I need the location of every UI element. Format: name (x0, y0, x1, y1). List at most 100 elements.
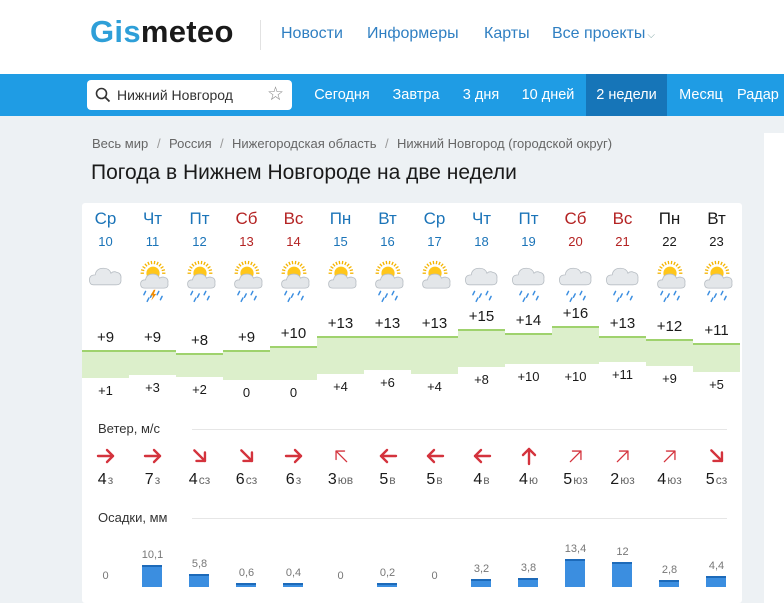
cloudy-icon (85, 255, 127, 303)
temperature-band (82, 350, 129, 379)
day-date: 10 (82, 234, 129, 249)
temp-max: +13 (364, 315, 411, 332)
wind-direction: з (155, 473, 161, 487)
gismeteo-logo[interactable]: Gismeteo (90, 14, 234, 50)
wind-speed: 5в (364, 471, 411, 489)
arrow-down-right-icon (236, 445, 258, 467)
sun-cloud-rain-icon (649, 255, 691, 303)
search-input[interactable]: Нижний Новгород (117, 87, 233, 103)
precip-value: 0,4 (270, 567, 317, 579)
wind-speed: 4юз (646, 471, 693, 489)
precip-value: 5,8 (176, 558, 223, 570)
tab-today[interactable]: Сегодня (304, 74, 380, 116)
sun-cloud-rain-icon (226, 255, 268, 303)
day-date: 16 (364, 234, 411, 249)
chevron-down-icon: ⌵ (647, 30, 655, 41)
temp-max: +11 (693, 322, 740, 339)
day-column: Вт16+13+65в0,2 (364, 203, 411, 603)
arrow-up-right-icon (659, 445, 681, 467)
day-of-week: Пт (505, 209, 552, 229)
sun-cloud-rain-icon (179, 255, 221, 303)
wind-speed: 3юв (317, 471, 364, 489)
temp-min: +1 (82, 383, 129, 398)
wind-speed-value: 4 (473, 471, 482, 488)
tab-10-days[interactable]: 10 дней (512, 74, 584, 116)
day-of-week: Сб (552, 209, 599, 229)
day-column: Ср10+9+14з0 (82, 203, 129, 603)
day-of-week: Вт (364, 209, 411, 229)
wind-speed: 6з (270, 471, 317, 489)
temp-max: +10 (270, 325, 317, 342)
wind-direction: сз (246, 473, 258, 487)
day-column: Чт18+15+84в3,2 (458, 203, 505, 603)
wind-speed-value: 4 (519, 471, 528, 488)
cloud-rain-icon (555, 255, 597, 303)
wind-speed-value: 5 (563, 471, 572, 488)
tab-month[interactable]: Месяц (669, 74, 733, 116)
precip-bar (565, 559, 585, 587)
wind-speed-value: 4 (657, 471, 666, 488)
day-date: 20 (552, 234, 599, 249)
day-date: 11 (129, 234, 176, 249)
cloud-rain-icon (602, 255, 644, 303)
precip-bar (471, 579, 491, 587)
nav-link-all-projects[interactable]: Все проекты⌵ (552, 25, 655, 43)
tab-bar: Нижний Новгород ☆ Сегодня Завтра 3 дня 1… (0, 74, 784, 116)
precip-bar (189, 574, 209, 587)
wind-speed: 4ю (505, 471, 552, 489)
day-of-week: Ср (82, 209, 129, 229)
wind-speed-value: 6 (286, 471, 295, 488)
temp-max: +16 (552, 305, 599, 322)
arrow-down-right-icon (189, 445, 211, 467)
nav-link-news[interactable]: Новости (281, 25, 343, 43)
sun-cloud-icon (320, 255, 362, 303)
temp-min: +4 (317, 379, 364, 394)
wind-speed: 4з (82, 471, 129, 489)
breadcrumb-region[interactable]: Нижегородская область (232, 136, 377, 151)
precip-bar (377, 583, 397, 587)
header-divider (260, 20, 261, 50)
temperature-band (176, 353, 223, 377)
arrow-right-icon (142, 445, 164, 467)
wind-speed-value: 5 (426, 471, 435, 488)
day-of-week: Пт (176, 209, 223, 229)
temp-max: +9 (129, 329, 176, 346)
precip-value: 4,4 (693, 560, 740, 572)
day-column: Сб13+906сз0,6 (223, 203, 270, 603)
nav-link-maps[interactable]: Карты (484, 25, 530, 43)
temp-min: +5 (693, 377, 740, 392)
sun-cloud-rain-icon (367, 255, 409, 303)
breadcrumb-russia[interactable]: Россия (169, 136, 212, 151)
temperature-band (270, 346, 317, 380)
wind-direction: юз (667, 473, 682, 487)
precip-value: 0 (82, 570, 129, 582)
tab-2-weeks[interactable]: 2 недели (586, 74, 667, 116)
forecast-card: Ветер, м/с Осадки, мм Ср10+9+14з0Чт11+9+… (82, 203, 742, 603)
temp-min: +9 (646, 371, 693, 386)
cloud-rain-icon (461, 255, 503, 303)
temperature-band (646, 339, 693, 365)
cloud-rain-icon (508, 255, 550, 303)
tab-tomorrow[interactable]: Завтра (382, 74, 450, 116)
page-title: Погода в Нижнем Новгороде на две недели (91, 161, 517, 185)
day-date: 18 (458, 234, 505, 249)
tab-3-days[interactable]: 3 дня (452, 74, 510, 116)
star-icon[interactable]: ☆ (267, 83, 284, 106)
temp-max: +13 (317, 315, 364, 332)
wind-speed: 2юз (599, 471, 646, 489)
precip-value: 2,8 (646, 564, 693, 576)
breadcrumb-city[interactable]: Нижний Новгород (городской округ) (397, 136, 612, 151)
wind-speed-value: 4 (98, 471, 107, 488)
search-field[interactable]: Нижний Новгород ☆ (87, 80, 292, 110)
breadcrumb-world[interactable]: Весь мир (92, 136, 148, 151)
day-column: Сб20+16+105юз13,4 (552, 203, 599, 603)
day-column: Пн22+12+94юз2,8 (646, 203, 693, 603)
arrow-up-right-icon (612, 445, 634, 467)
breadcrumb-separator: / (157, 136, 161, 151)
arrow-up-right-icon (565, 445, 587, 467)
tab-radar[interactable]: Радар (737, 74, 784, 116)
nav-link-informers[interactable]: Информеры (367, 25, 459, 43)
day-date: 21 (599, 234, 646, 249)
temperature-band (317, 336, 364, 374)
wind-direction: ю (529, 473, 538, 487)
